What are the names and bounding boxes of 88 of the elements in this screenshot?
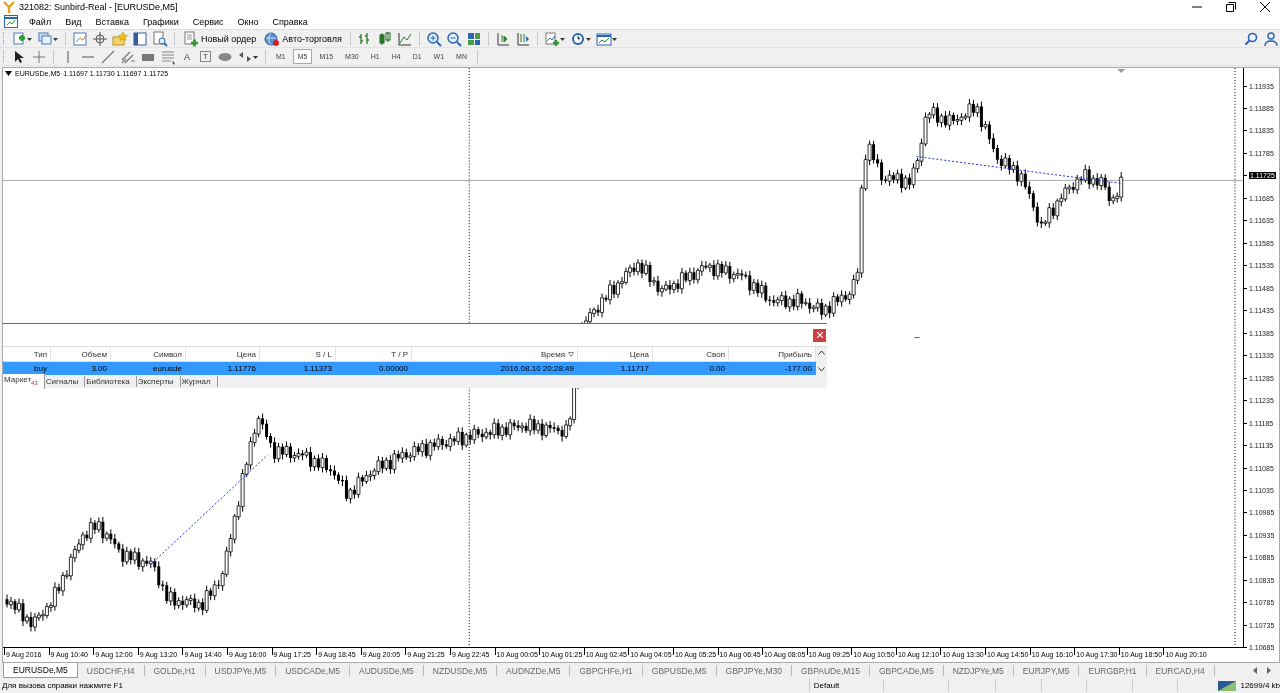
menu-item[interactable]: Окно [230,16,266,27]
table-cell: eurusde [153,364,182,373]
table-cell: 1.11776 [227,364,256,373]
chart-tab[interactable]: EURCAD,H4 [1146,665,1215,676]
profile-name: Default [813,681,840,690]
chart-tab[interactable]: EURJPY,M5 [1013,665,1080,676]
text-tool[interactable]: A [179,48,195,65]
traffic-status: 12699/4 kb [1240,681,1280,690]
terminal-tab[interactable]: Маркет$_{43}$ [3,374,45,389]
column-header[interactable]: Цена [629,349,649,359]
order-marker [914,337,920,339]
column-header[interactable]: Цена [236,349,256,359]
column-header[interactable]: Объем [81,349,107,359]
chart-tab[interactable]: EURGBP,H1 [1079,665,1147,676]
column-header[interactable]: Своп [706,349,725,359]
column-header[interactable]: S / L [315,349,332,359]
restore-icon [1226,2,1236,12]
column-header[interactable]: Время [540,349,565,359]
menu-item[interactable]: Вставка [88,16,136,27]
dropdown-arrow-icon[interactable] [5,71,12,76]
autotrading-button[interactable]: Авто-торговля [261,30,345,47]
profiles-icon[interactable] [36,30,60,47]
chart-tab[interactable]: EURUSDe,M5 [3,663,78,678]
table-cell: 2016.08.10 20:28:49 [500,364,574,373]
chart-tab[interactable]: NZDUSDe,M5 [423,665,498,676]
scroll-left-icon[interactable] [1252,667,1258,674]
sort-icon [568,351,574,357]
indicator-plus-icon[interactable] [542,30,567,47]
chart-tab[interactable]: AUDNZDe,M5 [497,665,571,676]
panel-icon[interactable] [131,30,149,47]
table-cell: 1.11373 [303,364,332,373]
terminal-tab[interactable]: Эксперты [136,376,181,387]
column-header[interactable]: Тип [33,349,47,359]
chart-tab[interactable]: GBPAUDe,M15 [792,665,870,676]
terminal-tab[interactable]: Библиотека [85,376,137,387]
shift-marker-icon[interactable] [1117,69,1126,73]
table-cell: 0.00000 [379,364,408,373]
chart-tab[interactable]: NZDJPYe,M5 [943,665,1014,676]
zoom-out-icon[interactable] [444,30,463,47]
chart-arrow-icon[interactable] [71,30,89,47]
table-cell: 3.00 [91,364,107,373]
chart-tab[interactable]: GBPCHFe,H1 [570,665,643,676]
connection-icon [1218,680,1237,691]
close-icon [1260,2,1270,12]
order-row[interactable]: buy 3.00 eurusde 1.11776 1.11373 0.00000 2016.08.10 20:28:49 1.11717 0.00 -177.00 [3,362,816,375]
menu-item[interactable]: Графики [135,16,186,27]
chart-tab[interactable]: USDCHF,H4 [77,665,145,676]
folder-star-icon[interactable] [111,30,129,47]
template-icon[interactable] [594,30,619,47]
menu-item[interactable]: Вид [58,16,89,27]
chart-tab[interactable]: GBPCADe,M5 [869,665,944,676]
account-icon[interactable] [1262,30,1280,47]
line-chart-icon[interactable] [395,30,414,47]
chart-tab[interactable]: GBPUSDe,M5 [642,665,717,676]
scroll-up-icon[interactable] [818,350,825,355]
table-cell: 1.11717 [620,364,649,373]
new-order-button[interactable]: Новый ордер [180,30,260,47]
menu-item[interactable]: Справка [265,16,315,27]
menu-item[interactable]: Сервис [185,16,231,27]
column-header[interactable]: Символ [153,349,182,359]
window-title: 321082: Sunbird-Real - [EURUSDe,M5] [19,2,178,12]
status-hint: Для вызова справки нажмите F1 [1,681,124,690]
chart-tab[interactable]: GOLDe,H1 [144,665,206,676]
chart-tab[interactable]: USDJPYe,M5 [205,665,277,676]
chart-tab[interactable]: GBPJPYe,M30 [716,665,792,676]
trend-line-icon[interactable] [99,48,117,65]
search-icon[interactable] [1242,30,1260,47]
app-logo-icon [3,1,15,13]
terminal-tab[interactable]: Сигналы [44,376,86,387]
globe-icon [264,30,281,47]
close-icon [816,332,823,338]
magnifier-document-icon[interactable] [151,30,169,47]
terminal-tab[interactable]: Журнал [180,376,218,387]
crosshair-icon[interactable] [91,30,109,47]
menu-item[interactable]: Файл [22,16,59,27]
new-chart-icon[interactable] [10,30,34,47]
text-label-tool[interactable]: T [200,51,211,62]
chart-tab[interactable]: USDCADe,M5 [276,665,350,676]
table-cell: 0.00 [709,364,725,373]
chart-tab[interactable]: AUDUSDe,M5 [350,665,424,676]
table-cell: -177.00 [784,364,812,373]
table-cell: buy [34,364,47,373]
column-header[interactable]: T / P [391,349,408,359]
zoom-in-icon[interactable] [424,30,443,47]
chart-window-icon[interactable] [4,15,18,28]
scroll-down-icon[interactable] [818,367,825,372]
column-header[interactable]: Прибыль [778,349,812,359]
scroll-right-icon[interactable] [1266,667,1272,674]
